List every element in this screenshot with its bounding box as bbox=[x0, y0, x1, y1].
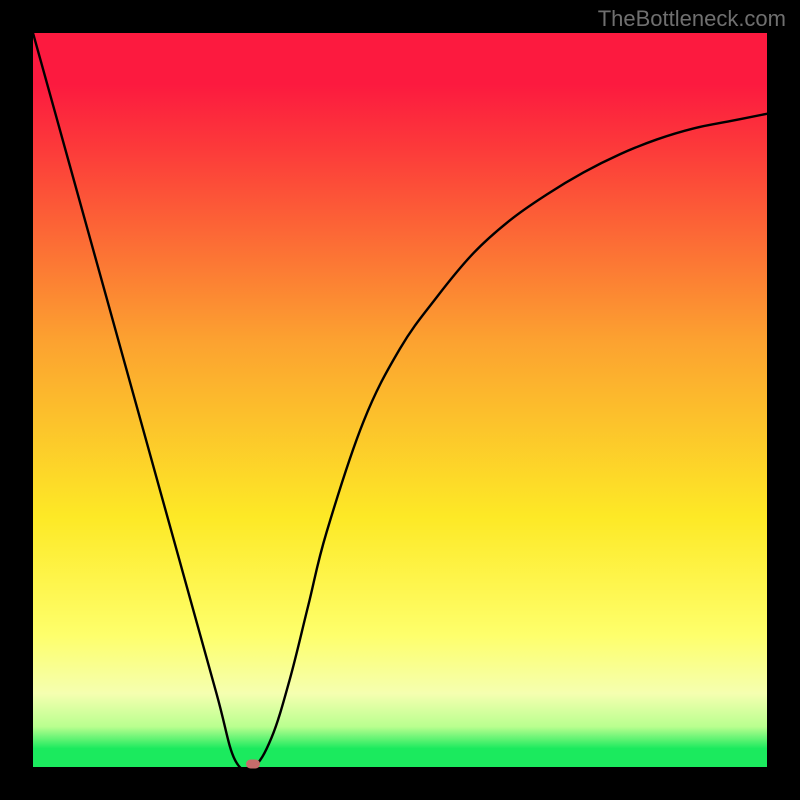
watermark-text: TheBottleneck.com bbox=[598, 6, 786, 32]
bottleneck-curve bbox=[33, 33, 767, 767]
plot-area bbox=[33, 33, 767, 767]
minimum-marker bbox=[246, 760, 260, 769]
chart-frame: TheBottleneck.com bbox=[0, 0, 800, 800]
